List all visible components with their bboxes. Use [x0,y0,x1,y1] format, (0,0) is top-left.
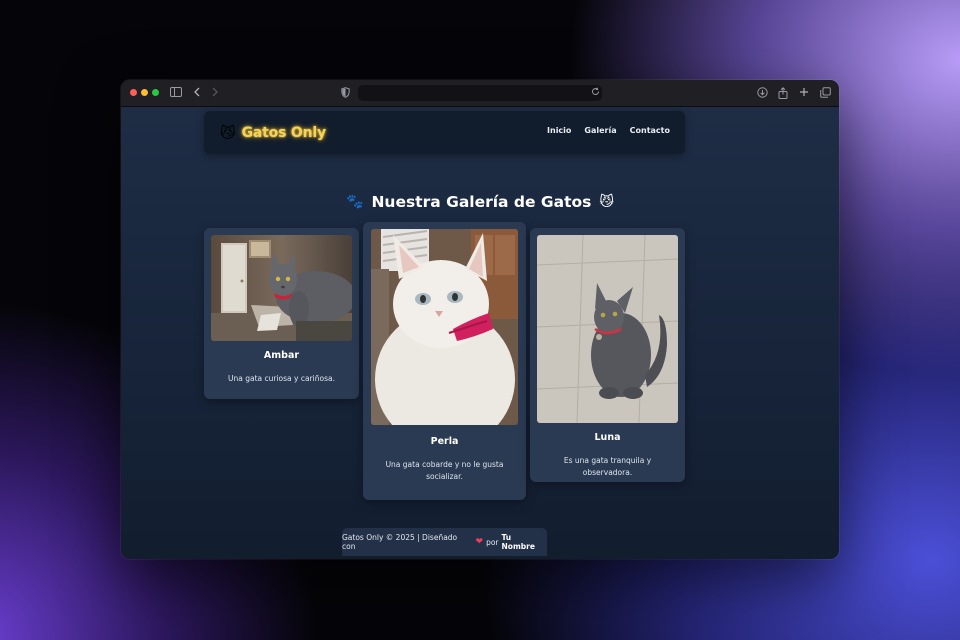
cat-description: Una gata curiosa y cariñosa. [228,374,335,383]
cat-photo-luna [537,235,678,423]
browser-window: 😼 Gatos Only Inicio Galería Contacto 🐾 N… [121,80,839,559]
new-tab-icon[interactable] [796,85,812,101]
close-window-button[interactable] [130,89,137,96]
address-bar[interactable] [358,85,602,101]
nav-link-contacto[interactable]: Contacto [630,126,670,135]
forward-icon[interactable] [207,85,223,101]
cat-photo-ambar [211,235,352,341]
gray-cat-photo [537,235,678,423]
footer-author: Tu Nombre [501,533,535,551]
webpage: 😼 Gatos Only Inicio Galería Contacto 🐾 N… [121,107,839,559]
paw-prints-icon: 🐾 [346,194,364,210]
browser-toolbar [121,80,839,107]
sidebar-toggle-icon[interactable] [168,85,184,101]
nav-link-galeria[interactable]: Galería [584,126,616,135]
gallery-title-text: Nuestra Galería de Gatos [371,193,592,211]
tab-overview-icon[interactable] [817,85,833,101]
cat-card-perla[interactable]: Perla Una gata cobarde y no le gusta soc… [363,222,526,500]
cat-face-icon: 😼 [599,194,614,210]
cat-card-luna[interactable]: Luna Es una gata tranquila y observadora… [530,228,685,482]
cat-name: Ambar [263,350,300,361]
share-icon[interactable] [775,85,791,101]
cat-description: Una gata cobarde y no le gusta socializa… [385,460,504,481]
downloads-icon[interactable] [754,85,770,101]
reload-icon[interactable] [587,85,603,101]
brand-name: Gatos Only [241,125,326,141]
nav-link-inicio[interactable]: Inicio [547,126,571,135]
cat-face-icon: 😼 [220,123,236,142]
gray-cat-photo [211,235,352,341]
nav-links: Inicio Galería Contacto [547,126,670,135]
white-cat-photo [371,229,518,425]
site-footer: Gatos Only © 2025 | Diseñado con ❤ por T… [342,528,547,556]
heart-icon: ❤ [475,537,484,547]
brand-logo[interactable]: 😼 Gatos Only [220,122,326,144]
minimize-window-button[interactable] [141,89,148,96]
gallery-heading: 🐾 Nuestra Galería de Gatos 😼 [121,193,839,211]
footer-by: por [486,537,499,547]
cat-description: Es una gata tranquila y observadora. [563,456,652,477]
site-navbar: 😼 Gatos Only Inicio Galería Contacto [204,111,685,154]
zoom-window-button[interactable] [152,89,159,96]
cat-card-ambar[interactable]: Ambar Una gata curiosa y cariñosa. [204,228,359,399]
cat-name: Perla [430,436,459,447]
footer-copyright: Gatos Only © 2025 | Diseñado con [342,533,458,551]
back-icon[interactable] [189,85,205,101]
cat-name: Luna [594,432,621,443]
privacy-shield-icon[interactable] [337,85,353,101]
cat-photo-perla [371,229,518,425]
